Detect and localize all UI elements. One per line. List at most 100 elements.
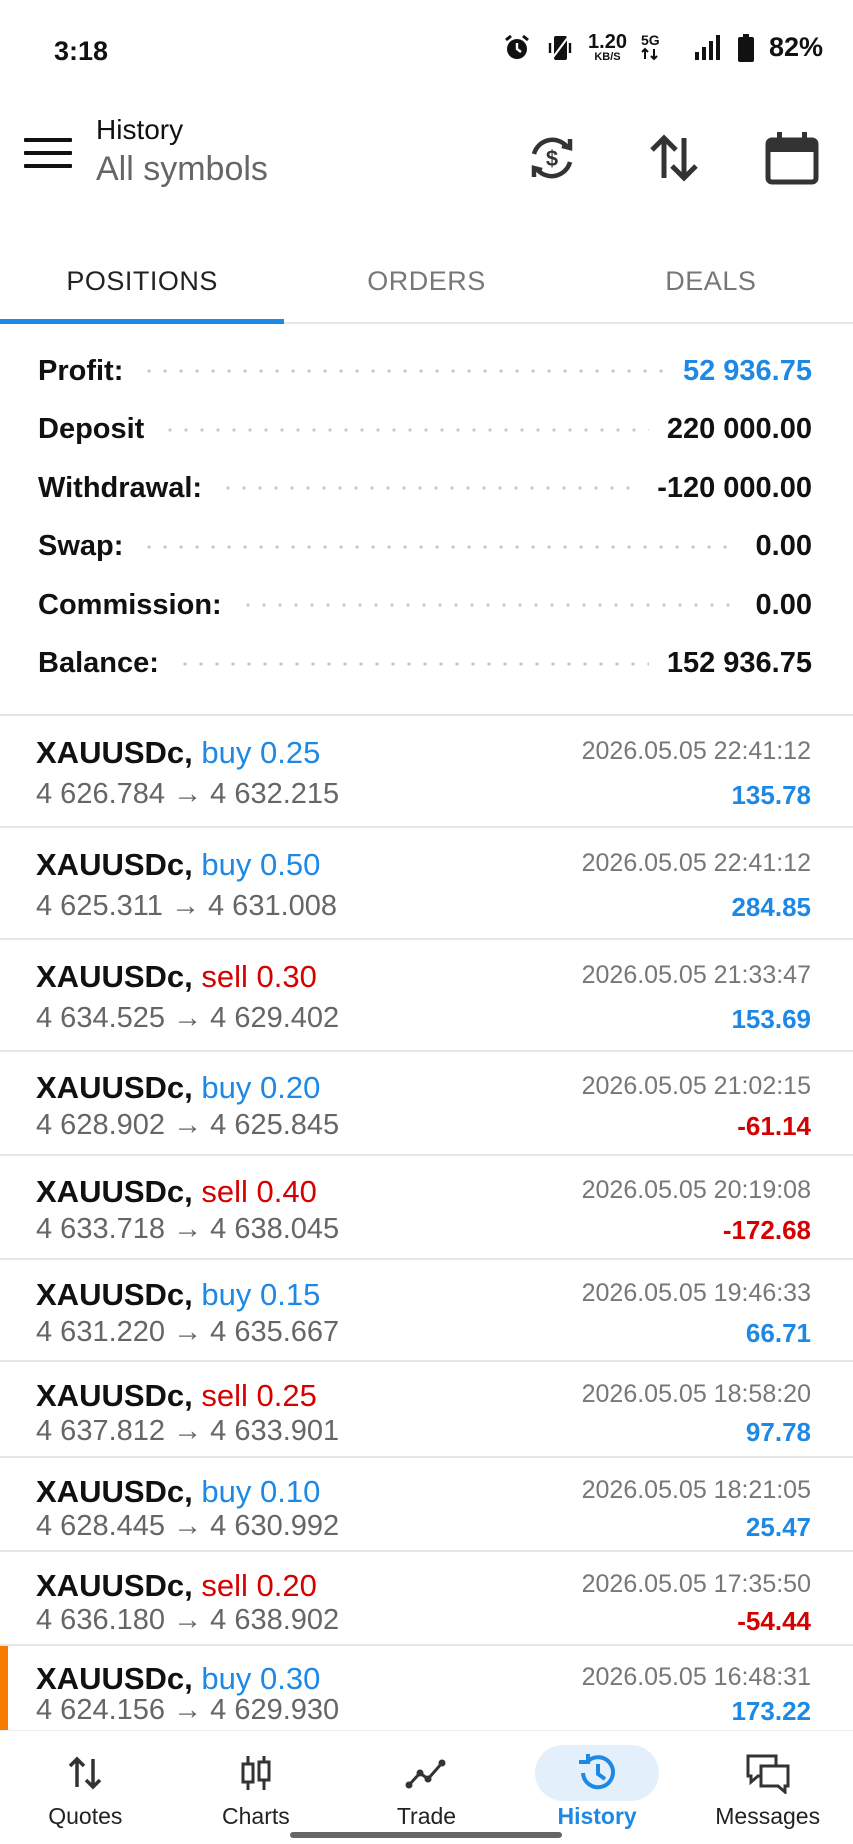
side-label: buy <box>201 735 252 770</box>
row-marker <box>0 1646 8 1732</box>
position-profit: -61.14 <box>737 1111 811 1141</box>
volume: 0.10 <box>260 1474 321 1509</box>
dotted-leader <box>239 603 738 608</box>
volume: 0.25 <box>256 1378 317 1413</box>
summary-balance: Balance: 152 936.75 <box>38 635 812 694</box>
position-time: 2026.05.05 18:58:20 <box>581 1380 811 1408</box>
dotted-leader <box>141 369 665 374</box>
data-arrows-icon <box>641 47 658 60</box>
position-symbol: XAUUSDc, buy 0.20 <box>36 1070 320 1106</box>
nav-quotes[interactable]: Quotes <box>0 1731 171 1844</box>
volume: 0.20 <box>256 1568 317 1603</box>
page-title: History <box>96 114 184 145</box>
side-label: buy <box>201 847 252 882</box>
position-time: 2026.05.05 20:19:08 <box>581 1176 811 1204</box>
svg-text:$: $ <box>546 146 558 171</box>
price-range: 4 636.180 → 4 638.902 <box>36 1604 339 1637</box>
arrow-icon: → <box>173 1002 203 1034</box>
summary-label: Deposit <box>38 413 145 446</box>
trade-side: buy 0.20 <box>201 1070 320 1105</box>
tab-orders[interactable]: ORDERS <box>284 240 568 322</box>
position-symbol: XAUUSDc, buy 0.15 <box>36 1277 320 1313</box>
volume: 0.20 <box>260 1070 321 1105</box>
position-row[interactable]: XAUUSDc, buy 0.10 4 628.445 → 4 630.992 20… <box>0 1458 853 1552</box>
nav-icon-wrap <box>23 1745 147 1801</box>
dotted-leader <box>220 486 640 491</box>
close-price: 4 633.901 <box>210 1415 340 1447</box>
trade-side: buy 0.15 <box>201 1277 320 1312</box>
alarm-icon <box>505 34 529 59</box>
position-row[interactable]: XAUUSDc, sell 0.25 4 637.812 → 4 633.901 2… <box>0 1362 853 1458</box>
dotted-leader <box>176 661 649 666</box>
calendar-icon[interactable] <box>762 128 822 188</box>
price-range: 4 624.156 → 4 629.930 <box>36 1694 339 1727</box>
nav-messages[interactable]: Messages <box>682 1731 853 1844</box>
position-profit: 135.78 <box>731 780 811 810</box>
symbol-filter[interactable]: All symbols <box>96 150 268 189</box>
position-row[interactable]: XAUUSDc, sell 0.20 4 636.180 → 4 638.902 2… <box>0 1552 853 1646</box>
summary-value: 0.00 <box>755 588 812 621</box>
position-row[interactable]: XAUUSDc, buy 0.15 4 631.220 → 4 635.667 20… <box>0 1260 853 1362</box>
arrow-icon: → <box>173 1109 203 1141</box>
symbol-name: XAUUSDc, <box>36 735 193 770</box>
position-row[interactable]: XAUUSDc, buy 0.30 4 624.156 → 4 629.930 20… <box>0 1646 853 1734</box>
nav-icon-wrap <box>364 1745 488 1801</box>
position-time: 2026.05.05 22:41:12 <box>581 849 811 877</box>
summary-value: 152 936.75 <box>666 647 812 680</box>
app-bar: History All symbols $ <box>0 100 853 220</box>
nav-charts[interactable]: Charts <box>171 1731 342 1844</box>
trade-side: buy 0.10 <box>201 1474 320 1509</box>
open-price: 4 633.718 <box>36 1213 166 1245</box>
net-speed-value: 1.20 <box>588 31 627 53</box>
currency-exchange-icon[interactable]: $ <box>522 128 582 188</box>
open-price: 4 631.220 <box>36 1316 166 1348</box>
side-label: sell <box>201 1174 248 1209</box>
position-row[interactable]: XAUUSDc, sell 0.40 4 633.718 → 4 638.045 2… <box>0 1156 853 1260</box>
side-label: sell <box>201 1378 248 1413</box>
status-bar: 3:18 1.20 KB/S 5G 82% <box>0 0 853 100</box>
close-price: 4 630.992 <box>210 1510 340 1542</box>
price-range: 4 637.812 → 4 633.901 <box>36 1415 339 1448</box>
nav-history[interactable]: History <box>512 1731 683 1844</box>
arrow-icon: → <box>173 1316 203 1348</box>
side-label: buy <box>201 1661 252 1696</box>
nav-trade[interactable]: Trade <box>341 1731 512 1844</box>
position-row[interactable]: XAUUSDc, buy 0.25 4 626.784 → 4 632.215 20… <box>0 716 853 828</box>
price-range: 4 626.784 → 4 632.215 <box>36 778 339 811</box>
trade-side: buy 0.30 <box>201 1661 320 1696</box>
summary-withdrawal: Withdrawal: -120 000.00 <box>38 459 812 518</box>
position-time: 2026.05.05 22:41:12 <box>581 737 811 765</box>
close-price: 4 635.667 <box>210 1316 340 1348</box>
symbol-name: XAUUSDc, <box>36 1568 193 1603</box>
network-type: 5G <box>641 33 679 63</box>
position-profit: 284.85 <box>731 892 811 922</box>
position-row[interactable]: XAUUSDc, buy 0.20 4 628.902 → 4 625.845 20… <box>0 1052 853 1156</box>
summary-value: 220 000.00 <box>666 413 812 446</box>
symbol-name: XAUUSDc, <box>36 959 193 994</box>
price-range: 4 628.445 → 4 630.992 <box>36 1510 339 1543</box>
volume: 0.30 <box>256 959 317 994</box>
position-symbol: XAUUSDc, sell 0.30 <box>36 959 317 995</box>
vibrate-icon <box>548 34 572 61</box>
history-screen: 3:18 1.20 KB/S 5G 82% History All symbol… <box>0 0 853 1844</box>
position-row[interactable]: XAUUSDc, buy 0.50 4 625.311 → 4 631.008 20… <box>0 828 853 940</box>
tab-positions[interactable]: POSITIONS <box>0 240 285 324</box>
price-range: 4 631.220 → 4 635.667 <box>36 1316 339 1349</box>
nav-icon-wrap <box>194 1745 318 1801</box>
volume: 0.40 <box>256 1174 317 1209</box>
trade-side: buy 0.25 <box>201 735 320 770</box>
position-symbol: XAUUSDc, sell 0.25 <box>36 1378 317 1414</box>
tab-deals[interactable]: DEALS <box>569 240 853 322</box>
position-row[interactable]: XAUUSDc, sell 0.30 4 634.525 → 4 629.402 2… <box>0 940 853 1052</box>
arrow-icon: → <box>170 890 200 922</box>
battery-percent: 82% <box>768 32 823 62</box>
position-time: 2026.05.05 21:33:47 <box>581 961 811 989</box>
open-price: 4 624.156 <box>36 1694 166 1726</box>
dotted-leader <box>162 427 649 432</box>
arrow-icon: → <box>173 1604 203 1636</box>
symbol-name: XAUUSDc, <box>36 1661 193 1696</box>
sort-icon[interactable] <box>644 128 704 188</box>
summary-value: 52 936.75 <box>682 354 812 387</box>
menu-button[interactable] <box>24 138 72 178</box>
trade-side: sell 0.30 <box>201 959 316 994</box>
